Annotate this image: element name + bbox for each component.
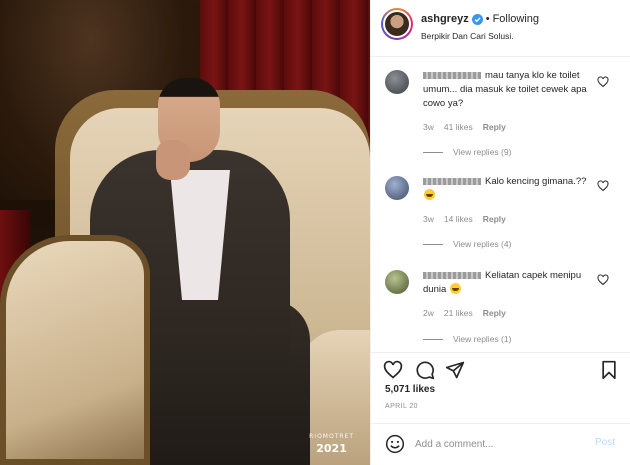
comments-list[interactable]: mau tanya klo ke toilet umum... dia masu… — [371, 58, 630, 350]
comment-meta: 3w 41 likes Reply — [423, 122, 506, 132]
heart-icon[interactable] — [383, 360, 403, 380]
verified-badge-icon — [471, 13, 483, 25]
comment-like-heart-icon[interactable] — [597, 180, 609, 192]
comment-likes[interactable]: 21 likes — [444, 308, 473, 318]
photo-brand: RIOMOTRET — [309, 433, 354, 440]
likes-count[interactable]: 5,071 likes — [385, 384, 435, 395]
view-replies[interactable]: View replies (1) — [423, 334, 511, 344]
comment-text: mau tanya klo ke toilet umum... dia masu… — [423, 69, 593, 111]
commenter-username-redacted[interactable] — [423, 177, 481, 185]
view-replies[interactable]: View replies (9) — [423, 147, 511, 157]
separator-dot: • — [485, 13, 490, 25]
replies-line — [423, 243, 443, 245]
comment-like-heart-icon[interactable] — [597, 274, 609, 286]
bookmark-icon[interactable] — [599, 360, 619, 380]
comment-time: 3w — [423, 122, 434, 132]
comment-time: 3w — [423, 214, 434, 224]
post-date[interactable]: APRIL 20 — [385, 403, 418, 410]
reply-button[interactable]: Reply — [483, 214, 506, 224]
comment-icon[interactable] — [415, 360, 435, 380]
man-hand — [156, 140, 190, 180]
post-photo[interactable]: RIOMOTRET 2021 — [0, 0, 370, 465]
comment-like-heart-icon[interactable] — [597, 76, 609, 88]
photo-credit: RIOMOTRET 2021 — [309, 433, 354, 455]
reply-button[interactable]: Reply — [483, 308, 506, 318]
comment-body: Kalo kencing gimana.?? — [485, 176, 587, 187]
view-replies[interactable]: View replies (4) — [423, 239, 511, 249]
comment-meta: 2w 21 likes Reply — [423, 308, 506, 318]
add-comment-bar: Post — [371, 423, 630, 465]
share-icon[interactable] — [445, 360, 465, 380]
comment-likes[interactable]: 41 likes — [444, 122, 473, 132]
photo-year: 2021 — [316, 442, 347, 455]
comment-likes[interactable]: 14 likes — [444, 214, 473, 224]
replies-line — [423, 151, 443, 153]
author-username[interactable]: ashgreyz — [421, 13, 469, 25]
commenter-avatar[interactable] — [385, 70, 409, 94]
author-avatar-image — [383, 10, 411, 38]
author-line: ashgreyz • Following — [421, 13, 539, 25]
comment-time: 2w — [423, 308, 434, 318]
comment-text: Keliatan capek menipu dunia — [423, 269, 593, 297]
post-header: ashgreyz • Following Berpikir Dan Cari S… — [371, 0, 630, 57]
laughing-emoji-icon — [424, 189, 435, 200]
comment-meta: 3w 14 likes Reply — [423, 214, 506, 224]
comment-input[interactable] — [415, 435, 575, 453]
post-actions-bar — [371, 352, 630, 382]
commenter-username-redacted[interactable] — [423, 71, 481, 79]
view-replies-label: View replies (1) — [453, 334, 512, 344]
commenter-username-redacted[interactable] — [423, 271, 481, 279]
following-button[interactable]: Following — [493, 13, 539, 25]
post-comment-button[interactable]: Post — [595, 437, 615, 448]
commenter-avatar[interactable] — [385, 176, 409, 200]
view-replies-label: View replies (9) — [453, 147, 512, 157]
view-replies-label: View replies (4) — [453, 239, 512, 249]
author-bio: Berpikir Dan Cari Solusi. — [421, 31, 514, 41]
sofa-arm-left — [0, 235, 150, 465]
post-side-panel: ashgreyz • Following Berpikir Dan Cari S… — [370, 0, 630, 465]
commenter-avatar[interactable] — [385, 270, 409, 294]
laughing-emoji-icon — [449, 283, 461, 294]
comment-text: Kalo kencing gimana.?? — [423, 175, 593, 203]
reply-button[interactable]: Reply — [483, 122, 506, 132]
author-avatar[interactable] — [381, 8, 413, 40]
emoji-picker-icon[interactable] — [385, 434, 405, 454]
replies-line — [423, 338, 443, 340]
